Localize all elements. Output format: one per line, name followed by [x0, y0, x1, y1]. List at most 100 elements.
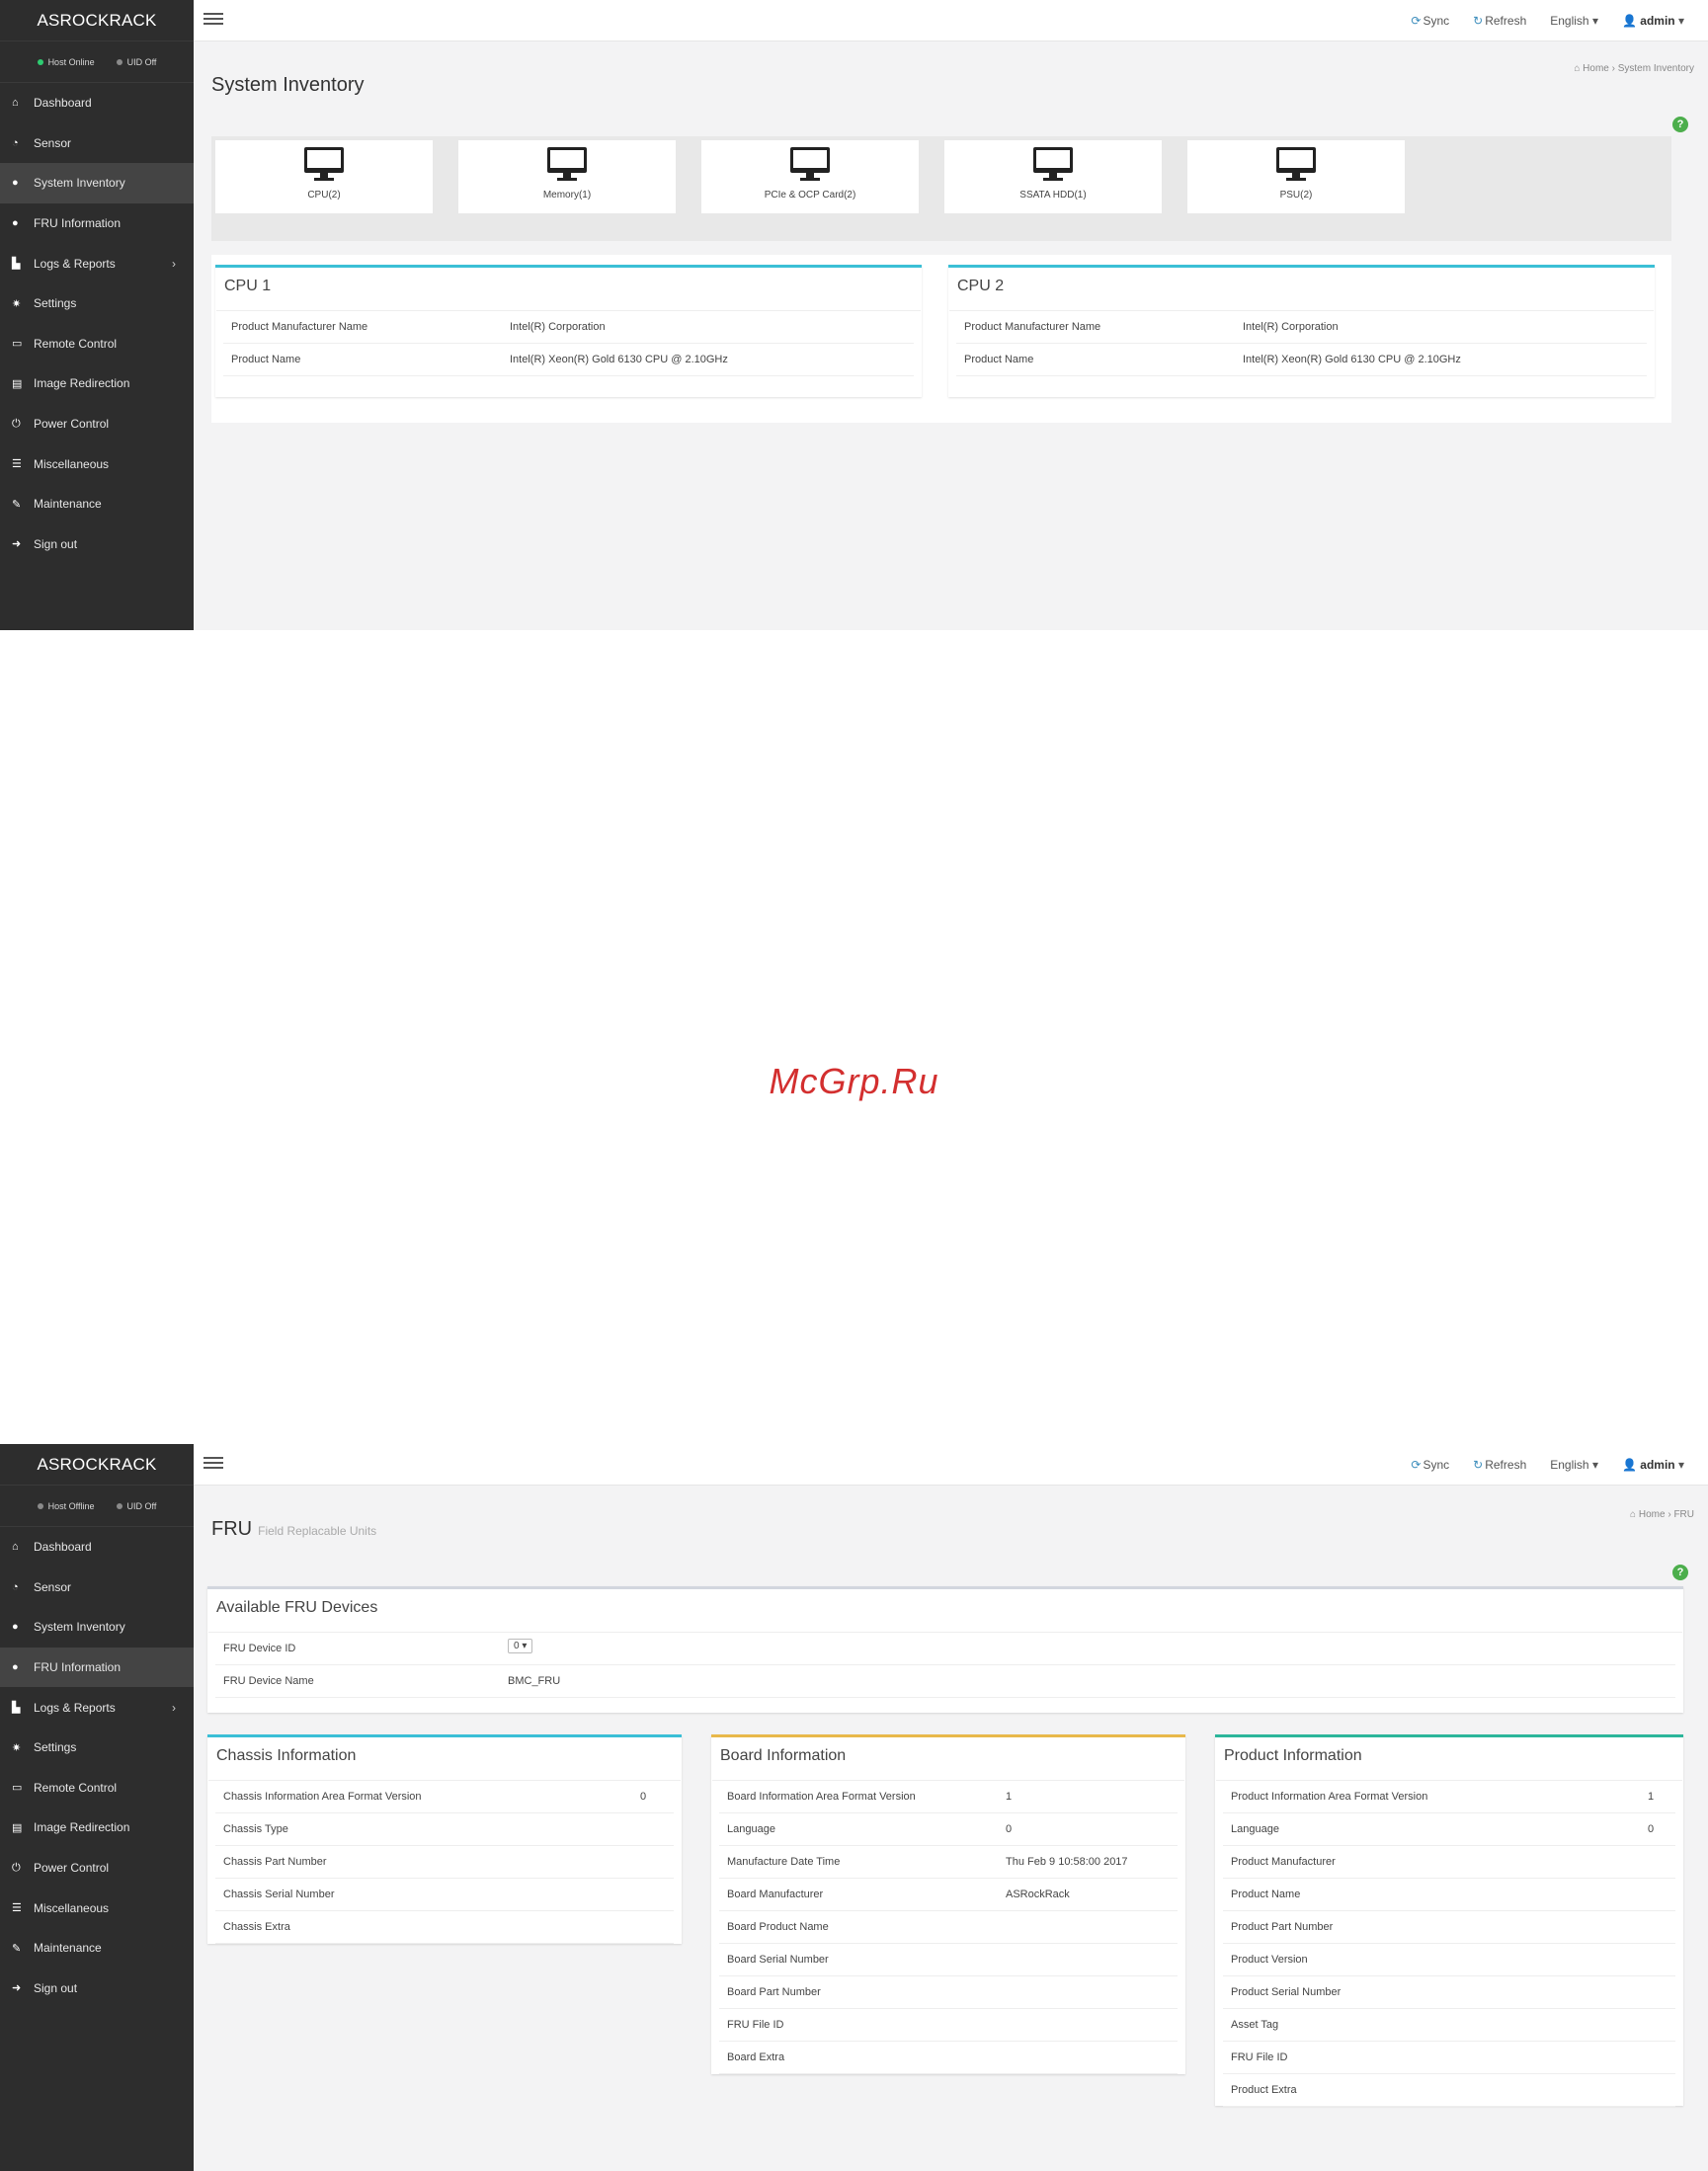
chassis-information-panel: Chassis Information Chassis Information …	[207, 1734, 682, 1944]
table-row: Board Manufacturer ASRockRack	[719, 1879, 1178, 1911]
table-row: Product Part Number	[1223, 1911, 1675, 1944]
sidebar-item-settings[interactable]: ✷ Settings	[0, 283, 194, 324]
bar-chart-icon: ▙	[12, 258, 21, 271]
language-dropdown[interactable]: English ▾	[1550, 1458, 1598, 1472]
tile-label: SSATA HDD(1)	[1019, 190, 1087, 201]
tile-psu[interactable]: PSU(2)	[1187, 140, 1405, 213]
tile-memory[interactable]: Memory(1)	[458, 140, 676, 213]
sidebar-item-label: Dashboard	[34, 96, 92, 111]
sync-button[interactable]: ⟳ Sync	[1411, 1458, 1449, 1472]
row-key: FRU File ID	[727, 2019, 784, 2031]
row-value: Thu Feb 9 10:58:00 2017	[1006, 1856, 1128, 1868]
sidebar-item-maintenance[interactable]: ✎ Maintenance	[0, 1928, 194, 1969]
sidebar-item-remote-control[interactable]: ▭ Remote Control	[0, 324, 194, 364]
tile-pcie-ocp[interactable]: PCIe & OCP Card(2)	[701, 140, 919, 213]
sync-button[interactable]: ⟳ Sync	[1411, 14, 1449, 28]
sidebar-item-sign-out[interactable]: ➜ Sign out	[0, 524, 194, 565]
row-key: Product Manufacturer Name	[964, 321, 1101, 333]
caret-down-icon: ▾	[522, 1641, 528, 1651]
sidebar-item-maintenance[interactable]: ✎ Maintenance	[0, 484, 194, 524]
sidebar-item-label: Miscellaneous	[34, 1900, 110, 1915]
fru-device-id-select[interactable]: 0 ▾	[508, 1639, 533, 1653]
sidebar-item-sensor[interactable]: ◔ Sensor	[0, 123, 194, 164]
sidebar-item-label: Image Redirection	[34, 1820, 130, 1835]
gear-icon: ✷	[12, 1741, 22, 1754]
board-information-panel: Board Information Board Information Area…	[711, 1734, 1185, 2074]
table-row: Board Product Name	[719, 1911, 1178, 1944]
sidebar-item-label: Power Control	[34, 417, 110, 432]
table-row: Chassis Extra	[215, 1911, 674, 1944]
sidebar-item-power-control[interactable]: ⏻ Power Control	[0, 1848, 194, 1889]
sidebar-item-image-redirection[interactable]: ▤ Image Redirection	[0, 1808, 194, 1848]
sidebar-item-sign-out[interactable]: ➜ Sign out	[0, 1969, 194, 2009]
power-icon: ⏻	[12, 417, 21, 430]
sidebar-item-dashboard[interactable]: ⌂ Dashboard	[0, 83, 194, 123]
menu-toggle-icon[interactable]	[203, 1453, 223, 1473]
refresh-button[interactable]: ↻ Refresh	[1473, 14, 1526, 28]
sidebar-item-dashboard[interactable]: ⌂ Dashboard	[0, 1527, 194, 1568]
user-icon: 👤	[1621, 14, 1637, 28]
sidebar-item-label: Logs & Reports	[34, 1700, 116, 1715]
menu-toggle-icon[interactable]	[203, 9, 223, 29]
language-dropdown[interactable]: English ▾	[1550, 14, 1598, 28]
breadcrumb: ⌂ Home › System Inventory	[1574, 63, 1694, 74]
row-key: Board Information Area Format Version	[727, 1791, 916, 1803]
tile-cpu[interactable]: CPU(2)	[215, 140, 433, 213]
sidebar-item-system-inventory[interactable]: ● System Inventory	[0, 1607, 194, 1648]
host-status-label: Host Offline	[47, 1500, 95, 1511]
available-fru-devices-panel: Available FRU Devices FRU Device ID 0 ▾ F…	[207, 1586, 1683, 1713]
info-circle-icon: ●	[12, 177, 19, 190]
host-status: Host Offline	[37, 1500, 95, 1511]
help-icon[interactable]: ?	[1672, 1565, 1688, 1580]
desktop-icon: ▭	[12, 338, 23, 351]
help-icon[interactable]: ?	[1672, 117, 1688, 132]
sidebar-item-sensor[interactable]: ◔ Sensor	[0, 1568, 194, 1608]
sidebar-item-miscellaneous[interactable]: ☰ Miscellaneous	[0, 1888, 194, 1928]
table-row: Chassis Part Number	[215, 1846, 674, 1879]
table-row: Chassis Serial Number	[215, 1879, 674, 1911]
row-key: Chassis Serial Number	[223, 1889, 335, 1900]
brand-logo[interactable]: ASROCKRACK	[0, 0, 194, 41]
user-menu[interactable]: 👤 admin ▾	[1622, 14, 1684, 28]
sidebar-item-system-inventory[interactable]: ● System Inventory	[0, 163, 194, 203]
table-row: Product Serial Number	[1223, 1976, 1675, 2009]
table-row: Product Name	[1223, 1879, 1675, 1911]
table-row: Asset Tag	[1223, 2009, 1675, 2042]
sidebar-item-logs-reports[interactable]: ▙ Logs & Reports ›	[0, 243, 194, 283]
sidebar-item-settings[interactable]: ✷ Settings	[0, 1728, 194, 1768]
user-menu[interactable]: 👤 admin ▾	[1622, 1458, 1684, 1472]
sidebar-item-remote-control[interactable]: ▭ Remote Control	[0, 1768, 194, 1809]
breadcrumb: ⌂ Home › FRU	[1630, 1509, 1694, 1520]
breadcrumb-current: FRU	[1673, 1509, 1694, 1520]
cpu1-panel: CPU 1 Product Manufacturer Name Intel(R) …	[215, 265, 922, 397]
table-row: Language 0	[719, 1813, 1178, 1846]
sidebar-item-label: Miscellaneous	[34, 456, 110, 471]
sidebar-item-image-redirection[interactable]: ▤ Image Redirection	[0, 363, 194, 404]
sidebar-item-miscellaneous[interactable]: ☰ Miscellaneous	[0, 443, 194, 484]
top-navbar: ⟳ Sync ↻ Refresh English ▾ 👤 admin ▾	[194, 1444, 1708, 1486]
tile-ssata-hdd[interactable]: SSATA HDD(1)	[944, 140, 1162, 213]
board-title: Board Information	[712, 1737, 1184, 1781]
uid-status-label: UID Off	[126, 56, 157, 67]
row-key: Product Name	[964, 354, 1034, 365]
top-actions: ⟳ Sync ↻ Refresh English ▾ 👤 admin ▾	[1411, 0, 1684, 41]
sidebar-item-logs-reports[interactable]: ▙ Logs & Reports ›	[0, 1687, 194, 1728]
sidebar-item-label: Settings	[34, 296, 77, 311]
chevron-right-icon: ›	[172, 1700, 176, 1715]
page-title-text: System Inventory	[211, 74, 365, 96]
fru-screenshot: ASROCKRACK Host Offline UID Off ⌂ Dashboa…	[0, 1444, 1708, 2171]
refresh-button[interactable]: ↻ Refresh	[1473, 1458, 1526, 1472]
row-key: FRU File ID	[1231, 2051, 1288, 2063]
home-icon: ⌂	[12, 97, 19, 110]
breadcrumb-home[interactable]: Home	[1639, 1509, 1666, 1520]
sidebar-item-power-control[interactable]: ⏻ Power Control	[0, 404, 194, 444]
page-title-text: FRU	[211, 1518, 253, 1540]
brand-logo[interactable]: ASROCKRACK	[0, 1444, 194, 1486]
sidebar-item-fru-information[interactable]: ● FRU Information	[0, 1647, 194, 1688]
sidebar-item-fru-information[interactable]: ● FRU Information	[0, 203, 194, 244]
row-value: ASRockRack	[1006, 1889, 1070, 1900]
monitor-icon	[790, 147, 830, 181]
top-navbar: ⟳ Sync ↻ Refresh English ▾ 👤 admin ▾	[194, 0, 1708, 41]
cpu1-title: CPU 1	[216, 268, 921, 311]
breadcrumb-home[interactable]: Home	[1583, 63, 1609, 74]
